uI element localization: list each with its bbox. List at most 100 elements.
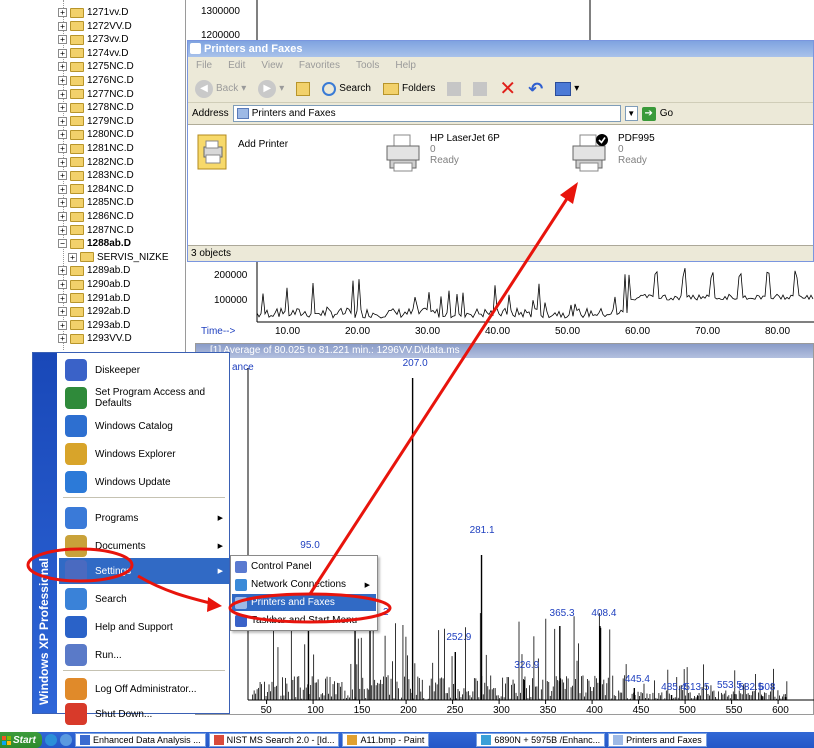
printers-and-faxes-window[interactable]: Printers and Faxes File Edit View Favori… — [187, 40, 814, 262]
expand-toggle[interactable]: + — [58, 130, 67, 140]
tree-item[interactable]: +1287NC.D — [58, 224, 134, 237]
start-menu-item[interactable]: Programs ▶ — [59, 505, 229, 531]
start-menu[interactable]: Windows XP Professional Diskeeper Set Pro… — [32, 352, 230, 725]
expand-toggle[interactable]: + — [58, 320, 67, 330]
tree-item[interactable]: +1280NC.D — [58, 128, 134, 141]
go-arrow-icon[interactable]: ➔ — [641, 106, 656, 121]
taskbar-button-enhanced-data-analysis[interactable]: Enhanced Data Analysis ... — [75, 733, 206, 747]
expand-toggle[interactable]: + — [58, 76, 67, 85]
submenu-item[interactable]: Network Connections ▶ — [232, 576, 376, 593]
start-menu-item[interactable]: Search — [59, 586, 229, 612]
expand-toggle[interactable]: + — [58, 157, 67, 167]
start-menu-item[interactable]: Windows Catalog — [59, 413, 229, 439]
expand-toggle[interactable]: + — [58, 89, 67, 99]
tree-item[interactable]: +1291ab.D — [58, 292, 130, 305]
printer-item-hp-laserjet[interactable]: HP LaserJet 6P 0 Ready — [384, 133, 500, 173]
expand-toggle[interactable]: + — [58, 8, 67, 17]
tree-item[interactable]: +1274vv.D — [58, 47, 129, 60]
menu-favorites[interactable]: Favorites — [299, 57, 340, 75]
submenu-item[interactable]: Printers and Faxes — [232, 594, 376, 611]
internet-explorer-icon[interactable] — [45, 734, 57, 746]
tree-item[interactable]: +1275NC.D — [58, 60, 134, 73]
submenu-item[interactable]: Taskbar and Start Menu — [232, 612, 376, 629]
expand-toggle[interactable]: + — [58, 171, 67, 181]
expand-toggle[interactable]: + — [58, 35, 67, 45]
printers-list[interactable]: Add Printer HP LaserJet 6P 0 Ready PDF99… — [188, 125, 813, 241]
start-menu-item[interactable]: Run... — [59, 642, 229, 668]
delete-button[interactable]: ✕ — [496, 79, 519, 99]
expand-toggle[interactable]: + — [58, 266, 67, 276]
tree-item[interactable]: +1276NC.D — [58, 74, 134, 87]
folder-tree[interactable]: +1271vv.D +1272VV.D +1273vv.D +1274vv.D +127… — [0, 0, 186, 352]
menu-edit[interactable]: Edit — [228, 57, 245, 75]
tree-item[interactable]: +1293ab.D — [58, 319, 130, 332]
expand-toggle[interactable]: + — [58, 184, 67, 194]
tree-item[interactable]: +1277NC.D — [58, 88, 134, 101]
address-field[interactable]: Printers and Faxes — [232, 105, 621, 122]
menu-help[interactable]: Help — [395, 57, 416, 75]
start-menu-item[interactable]: Windows Update — [59, 469, 229, 495]
spectrum-title-bar[interactable]: [1] Average of 80.025 to 81.221 min.: 12… — [196, 344, 813, 358]
tree-item[interactable]: +1278NC.D — [58, 101, 134, 114]
start-menu-item[interactable]: Diskeeper — [59, 357, 229, 383]
forward-button[interactable]: ▶ ▾ — [255, 79, 287, 98]
tree-item[interactable]: +1283NC.D — [58, 169, 134, 182]
tree-item[interactable]: +1284NC.D — [58, 183, 134, 196]
expand-toggle[interactable]: + — [58, 48, 67, 58]
expand-toggle[interactable]: + — [58, 307, 67, 317]
submenu-item[interactable]: Control Panel — [232, 558, 376, 575]
start-menu-item[interactable]: Shut Down... — [59, 703, 229, 725]
tree-item[interactable]: +1293VV.D — [58, 332, 132, 345]
back-button[interactable]: ◀ Back ▾ — [192, 79, 249, 98]
start-menu-item[interactable]: Help and Support — [59, 614, 229, 640]
expand-toggle[interactable]: + — [58, 144, 67, 153]
taskbar-button-printers-and-faxes[interactable]: Printers and Faxes — [608, 733, 707, 747]
start-menu-item[interactable]: Documents ▶ — [59, 533, 229, 559]
expand-toggle[interactable]: + — [68, 252, 77, 262]
expand-toggle[interactable]: + — [58, 225, 67, 235]
tree-item[interactable]: +1279NC.D — [58, 115, 134, 128]
tree-item[interactable]: +1273vv.D — [58, 33, 129, 46]
tree-item[interactable]: +1286NC.D — [58, 210, 134, 223]
printer-item-pdf995[interactable]: PDF995 0 Ready — [570, 133, 655, 173]
expand-toggle[interactable]: + — [58, 62, 67, 72]
tree-item[interactable]: +1272VV.D — [58, 20, 132, 33]
expand-toggle[interactable]: + — [58, 21, 67, 31]
menu-view[interactable]: View — [261, 57, 283, 75]
tree-item[interactable]: +1271vv.D — [58, 6, 129, 19]
window-title-bar[interactable]: Printers and Faxes — [188, 41, 813, 57]
tree-item[interactable]: +1282NC.D — [58, 156, 134, 169]
move-to-button[interactable] — [444, 81, 464, 96]
tree-item[interactable]: +1292ab.D — [58, 305, 130, 318]
start-menu-item[interactable]: Settings ▶ — [59, 558, 229, 584]
address-dropdown-arrow[interactable]: ▼ — [624, 106, 638, 121]
expand-toggle[interactable]: + — [58, 334, 67, 344]
spectrum-window[interactable]: [1] Average of 80.025 to 81.221 min.: 12… — [195, 343, 814, 715]
expand-toggle[interactable]: + — [58, 198, 67, 208]
start-menu-item[interactable]: Log Off Administrator... — [59, 676, 229, 702]
expand-toggle[interactable]: + — [58, 212, 67, 221]
tree-item[interactable]: + SERVIS_NIZKE — [68, 251, 169, 264]
expand-toggle[interactable]: + — [58, 293, 67, 303]
start-menu-item[interactable]: Set Program Access and Defaults — [59, 385, 229, 411]
menu-tools[interactable]: Tools — [356, 57, 379, 75]
expand-toggle[interactable]: + — [58, 116, 67, 126]
menu-file[interactable]: File — [196, 57, 212, 75]
taskbar-button-paint[interactable]: A11.bmp - Paint — [342, 733, 430, 747]
start-menu-item[interactable]: Windows Explorer — [59, 441, 229, 467]
copy-to-button[interactable] — [470, 81, 490, 96]
taskbar-button-nist-ms-search[interactable]: NIST MS Search 2.0 - [Id... — [208, 733, 340, 747]
go-button[interactable]: Go — [660, 108, 673, 119]
tree-item[interactable]: +1289ab.D — [58, 264, 130, 277]
tree-item[interactable]: +1281NC.D — [58, 142, 134, 155]
quick-launch-icon[interactable] — [60, 734, 72, 746]
settings-submenu[interactable]: Control Panel Network Connections ▶ Printer… — [230, 555, 378, 631]
tree-item[interactable]: − 1288ab.D — [58, 237, 131, 250]
start-button[interactable]: Start — [0, 732, 42, 748]
folders-button[interactable]: Folders — [380, 82, 438, 95]
up-folder-button[interactable] — [293, 81, 313, 96]
tree-item[interactable]: +1290ab.D — [58, 278, 130, 291]
expand-toggle[interactable]: + — [58, 280, 67, 289]
views-button[interactable]: ▾ — [552, 81, 582, 96]
undo-button[interactable]: ↶ — [525, 80, 546, 98]
